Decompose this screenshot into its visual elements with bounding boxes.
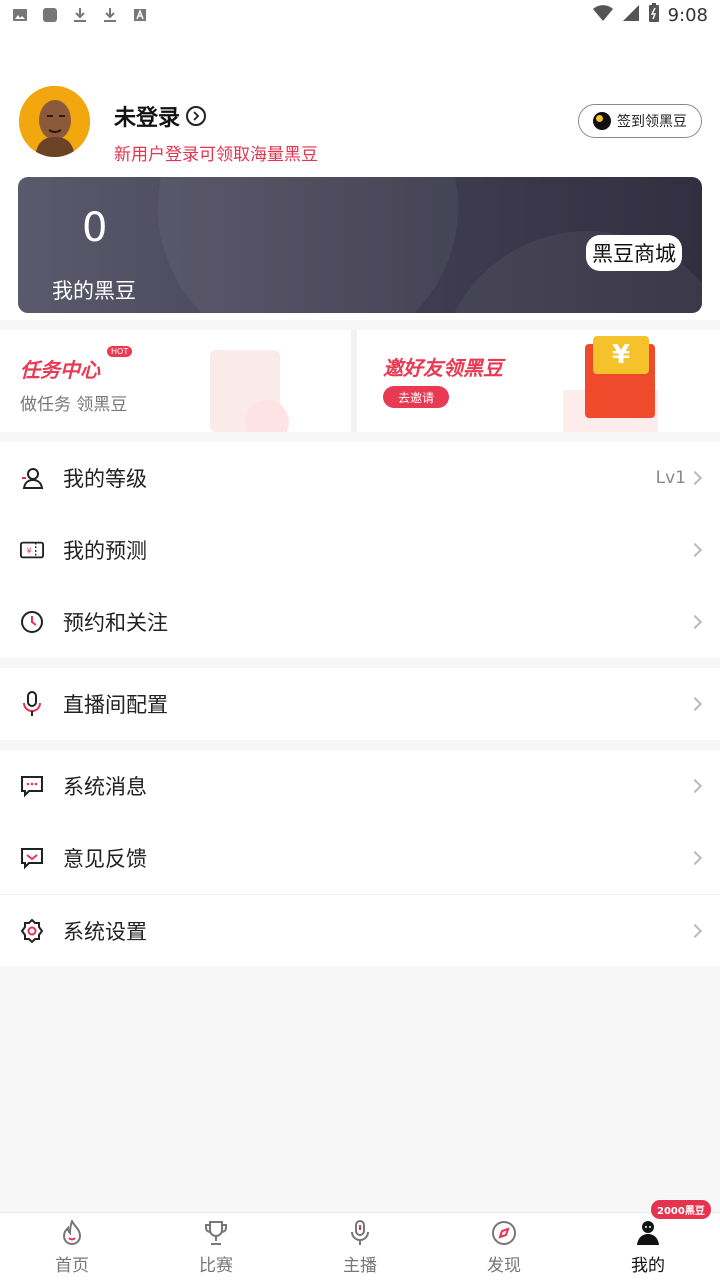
tab-mine[interactable]: 2000黑豆 我的	[576, 1199, 720, 1280]
menu-item-feedback[interactable]: 意见反馈	[0, 822, 720, 894]
microphone-icon	[346, 1219, 374, 1247]
menu-label: 直播间配置	[63, 693, 168, 717]
login-hint: 新用户登录可领取海量黑豆	[114, 145, 318, 165]
invite-title: 邀好友领黑豆	[383, 356, 503, 380]
image-notification-icon	[12, 7, 28, 23]
clock: 9:08	[667, 4, 708, 26]
promo-row: 任务中心 HOT 做任务 领黑豆 ¥ 邀好友领黑豆 去邀请	[0, 330, 720, 432]
menu-group-live: 直播间配置	[0, 668, 720, 740]
clock-icon	[20, 610, 44, 634]
login-link[interactable]: 未登录	[114, 100, 207, 132]
message-icon	[20, 774, 44, 798]
bean-count: 0	[82, 205, 108, 251]
divider	[351, 330, 357, 432]
tab-label: 发现	[487, 1256, 521, 1276]
ticket-icon: ¥	[20, 538, 44, 562]
chevron-right-icon	[687, 542, 703, 558]
task-center-title: 任务中心	[20, 358, 100, 382]
chevron-right-icon	[687, 470, 703, 486]
menu-group-system: 系统消息 意见反馈 系统设置	[0, 750, 720, 966]
invite-card[interactable]: ¥ 邀好友领黑豆 去邀请	[363, 330, 720, 432]
tab-label: 主播	[343, 1256, 377, 1276]
menu-item-settings[interactable]: 系统设置	[0, 894, 720, 966]
bean-mall-button[interactable]: 黑豆商城	[586, 235, 682, 271]
wifi-icon	[592, 4, 614, 26]
menu-label: 系统设置	[63, 919, 147, 944]
tab-streamers[interactable]: 主播	[288, 1213, 432, 1280]
decorative-circle	[158, 177, 458, 313]
font-notification-icon	[132, 7, 148, 23]
tab-label: 我的	[631, 1256, 665, 1276]
chevron-right-icon	[687, 696, 703, 712]
menu-item-messages[interactable]: 系统消息	[0, 750, 720, 822]
bean-label: 我的黑豆	[52, 279, 136, 303]
level-value: Lv1	[655, 468, 686, 488]
profile-header: 未登录 新用户登录可领取海量黑豆 签到领黑豆 0 我的黑豆 黑豆商城	[0, 30, 720, 320]
tab-home[interactable]: 首页	[0, 1213, 144, 1280]
task-center-subtitle: 做任务 领黑豆	[20, 395, 128, 415]
chevron-right-icon	[687, 850, 703, 866]
signin-label: 签到领黑豆	[617, 114, 687, 130]
coin-icon: ¥	[593, 336, 649, 374]
chevron-right-icon	[687, 778, 703, 794]
check-illustration	[245, 400, 289, 432]
compass-icon	[490, 1219, 518, 1247]
avatar[interactable]	[19, 86, 90, 157]
menu-item-predictions[interactable]: ¥ 我的预测	[0, 514, 720, 586]
microphone-icon	[20, 691, 44, 716]
chevron-right-icon	[687, 614, 703, 630]
menu-item-live-config[interactable]: 直播间配置	[0, 668, 720, 740]
menu-label: 我的预测	[63, 539, 147, 563]
bean-icon	[593, 112, 611, 130]
user-level-icon	[20, 466, 44, 490]
chevron-right-icon	[186, 106, 207, 126]
bean-card[interactable]: 0 我的黑豆 黑豆商城	[18, 177, 702, 313]
signal-icon	[622, 4, 640, 26]
tab-discover[interactable]: 发现	[432, 1213, 576, 1280]
menu-label: 预约和关注	[63, 611, 168, 635]
feedback-icon	[20, 846, 44, 870]
hot-badge: HOT	[107, 346, 133, 357]
invite-button[interactable]: 去邀请	[383, 386, 449, 408]
bean-badge: 2000黑豆	[650, 1199, 712, 1220]
menu-item-level[interactable]: 我的等级 Lv1	[0, 442, 720, 514]
tab-matches[interactable]: 比赛	[144, 1213, 288, 1280]
svg-text:¥: ¥	[26, 546, 31, 556]
menu-label: 我的等级	[63, 467, 147, 491]
trophy-icon	[202, 1219, 230, 1247]
user-name: 未登录	[114, 106, 181, 131]
app-notification-icon	[42, 7, 58, 23]
signin-button[interactable]: 签到领黑豆	[578, 104, 702, 138]
task-center-card[interactable]: 任务中心 HOT 做任务 领黑豆	[0, 330, 351, 432]
menu-group-account: 我的等级 Lv1 ¥ 我的预测 预约和关注	[0, 442, 720, 658]
status-bar: 9:08	[0, 0, 720, 30]
menu-item-subscriptions[interactable]: 预约和关注	[0, 586, 720, 658]
bottom-tab-bar: 首页 比赛 主播 发现 2000黑豆 我的	[0, 1199, 720, 1280]
download-icon	[72, 7, 88, 23]
menu-label: 意见反馈	[63, 847, 147, 871]
flame-icon	[58, 1219, 86, 1247]
download-icon	[102, 7, 118, 23]
gear-icon	[20, 918, 44, 943]
tab-label: 比赛	[199, 1256, 233, 1276]
tab-label: 首页	[55, 1256, 89, 1276]
menu-label: 系统消息	[63, 775, 147, 799]
battery-icon	[648, 3, 660, 27]
chevron-right-icon	[687, 923, 703, 938]
person-icon	[634, 1219, 662, 1247]
